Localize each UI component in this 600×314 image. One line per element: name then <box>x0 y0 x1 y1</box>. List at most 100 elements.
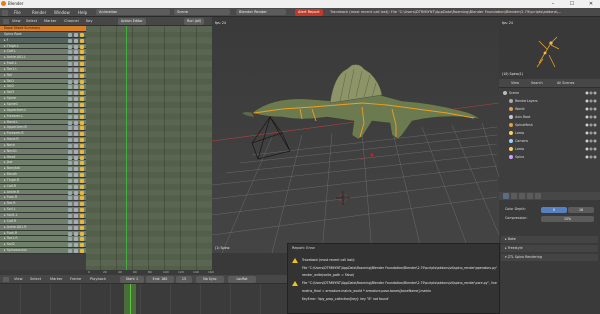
editor-type-icon[interactable] <box>3 19 9 24</box>
lock-icon[interactable] <box>74 155 78 160</box>
lock-icon[interactable] <box>74 44 78 49</box>
dope-menu-key[interactable]: Key <box>86 18 93 25</box>
lock-icon[interactable] <box>74 184 78 189</box>
lock-icon[interactable] <box>74 143 78 148</box>
channel-row[interactable]: ▸ Spinosaurus <box>0 248 86 254</box>
visibility-icon[interactable] <box>68 126 72 131</box>
outliner-tab-view[interactable]: View <box>511 80 519 87</box>
keyframe-icon[interactable] <box>80 184 84 189</box>
lock-icon[interactable] <box>74 178 78 183</box>
camera-viewport[interactable]: fps: 24 (10) Spino(1) <box>499 17 600 79</box>
keyframe-icon[interactable] <box>80 196 84 201</box>
world-tab-icon[interactable] <box>527 193 533 199</box>
visibility-icon[interactable] <box>68 219 72 224</box>
visibility-icon[interactable] <box>68 114 72 119</box>
visibility-icon[interactable] <box>68 97 72 102</box>
lock-icon[interactable] <box>74 67 78 72</box>
timeline-scrub-area[interactable] <box>0 284 287 314</box>
visibility-icon[interactable] <box>68 208 72 213</box>
visibility-toggle-icon[interactable] <box>585 147 597 151</box>
current-frame-field[interactable]: 15 <box>176 276 192 283</box>
minimize-button[interactable]: – <box>544 0 562 8</box>
lock-icon[interactable] <box>74 208 78 213</box>
timeline-menu-select[interactable]: Select <box>30 276 41 283</box>
lock-icon[interactable] <box>74 38 78 43</box>
lock-icon[interactable] <box>74 138 78 143</box>
visibility-icon[interactable] <box>68 249 72 254</box>
keyframe-icon[interactable] <box>80 32 84 37</box>
editor-type-icon[interactable] <box>2 9 8 16</box>
editor-type-icon[interactable] <box>3 277 9 282</box>
visibility-icon[interactable] <box>68 138 72 143</box>
keyframe-icon[interactable] <box>80 114 84 119</box>
outliner-item[interactable]: Camera <box>499 138 600 145</box>
keyframe-icon[interactable] <box>80 44 84 49</box>
keyframe-icon[interactable] <box>80 73 84 78</box>
visibility-icon[interactable] <box>68 231 72 236</box>
visibility-icon[interactable] <box>68 143 72 148</box>
keyframe-icon[interactable] <box>80 243 84 248</box>
visibility-icon[interactable] <box>68 161 72 166</box>
keyframe-icon[interactable] <box>80 219 84 224</box>
keyframe-icon[interactable] <box>80 120 84 125</box>
keyframe-icon[interactable] <box>80 126 84 131</box>
keyframe-icon[interactable] <box>80 108 84 113</box>
visibility-icon[interactable] <box>68 196 72 201</box>
outliner-item[interactable]: Scene <box>499 90 600 97</box>
timeline-menu-marker[interactable]: Marker <box>50 276 62 283</box>
visibility-toggle-icon[interactable] <box>585 131 597 135</box>
timeline-menu-playback[interactable]: Playback <box>90 276 106 283</box>
lock-icon[interactable] <box>74 114 78 119</box>
scene-selector[interactable]: Scene <box>174 9 230 15</box>
menu-window[interactable]: Window <box>54 9 70 16</box>
keyframe-icon[interactable] <box>80 138 84 143</box>
dope-mode-selector[interactable]: Action Editor <box>118 18 146 25</box>
keyframe-icon[interactable] <box>80 67 84 72</box>
dope-menu-select[interactable]: Select <box>26 18 37 25</box>
lock-icon[interactable] <box>74 243 78 248</box>
visibility-icon[interactable] <box>68 173 72 178</box>
panel-bake[interactable]: ▸ Bake <box>501 236 598 243</box>
lock-icon[interactable] <box>74 126 78 131</box>
color-depth-16[interactable]: 16 <box>568 206 594 213</box>
render-engine-selector[interactable]: Blender Render <box>236 9 286 15</box>
timeline-current-frame-line[interactable] <box>130 284 131 314</box>
keyframe-icon[interactable] <box>80 97 84 102</box>
keyframe-icon[interactable] <box>80 155 84 160</box>
start-frame-field[interactable]: Start: 1 <box>120 276 144 283</box>
outliner-item[interactable]: Spino <box>499 154 600 161</box>
keyframe-icon[interactable] <box>80 173 84 178</box>
visibility-icon[interactable] <box>68 149 72 154</box>
visibility-icon[interactable] <box>68 184 72 189</box>
visibility-icon[interactable] <box>68 50 72 55</box>
visibility-icon[interactable] <box>68 190 72 195</box>
keyframe-icon[interactable] <box>80 79 84 84</box>
close-button[interactable]: ✕ <box>582 0 600 8</box>
keyframe-icon[interactable] <box>80 143 84 148</box>
visibility-icon[interactable] <box>68 56 72 61</box>
outliner-item[interactable]: Lamp <box>499 130 600 137</box>
visibility-icon[interactable] <box>68 91 72 96</box>
lock-icon[interactable] <box>74 225 78 230</box>
timeline-menu-frame[interactable]: Frame <box>70 276 81 283</box>
keyframe-icon[interactable] <box>80 202 84 207</box>
visibility-toggle-icon[interactable] <box>585 123 597 127</box>
scene-tab-icon[interactable] <box>519 193 525 199</box>
visibility-icon[interactable] <box>68 214 72 218</box>
dope-menu-marker[interactable]: Marker <box>44 18 56 25</box>
outliner-item[interactable]: Axis Root <box>499 114 600 121</box>
lock-icon[interactable] <box>74 237 78 242</box>
end-frame-field[interactable]: End: 160 <box>146 276 174 283</box>
lock-icon[interactable] <box>74 161 78 166</box>
keyframe-icon[interactable] <box>80 62 84 67</box>
visibility-icon[interactable] <box>68 32 72 37</box>
keyframe-icon[interactable] <box>80 231 84 236</box>
object-tab-icon[interactable] <box>535 193 541 199</box>
lock-icon[interactable] <box>74 73 78 78</box>
keyframe-icon[interactable] <box>80 190 84 195</box>
current-frame-line[interactable] <box>126 26 127 270</box>
lock-icon[interactable] <box>74 173 78 178</box>
keying-set-selector[interactable]: LocRot <box>228 276 256 283</box>
visibility-icon[interactable] <box>68 38 72 43</box>
lock-icon[interactable] <box>74 62 78 67</box>
